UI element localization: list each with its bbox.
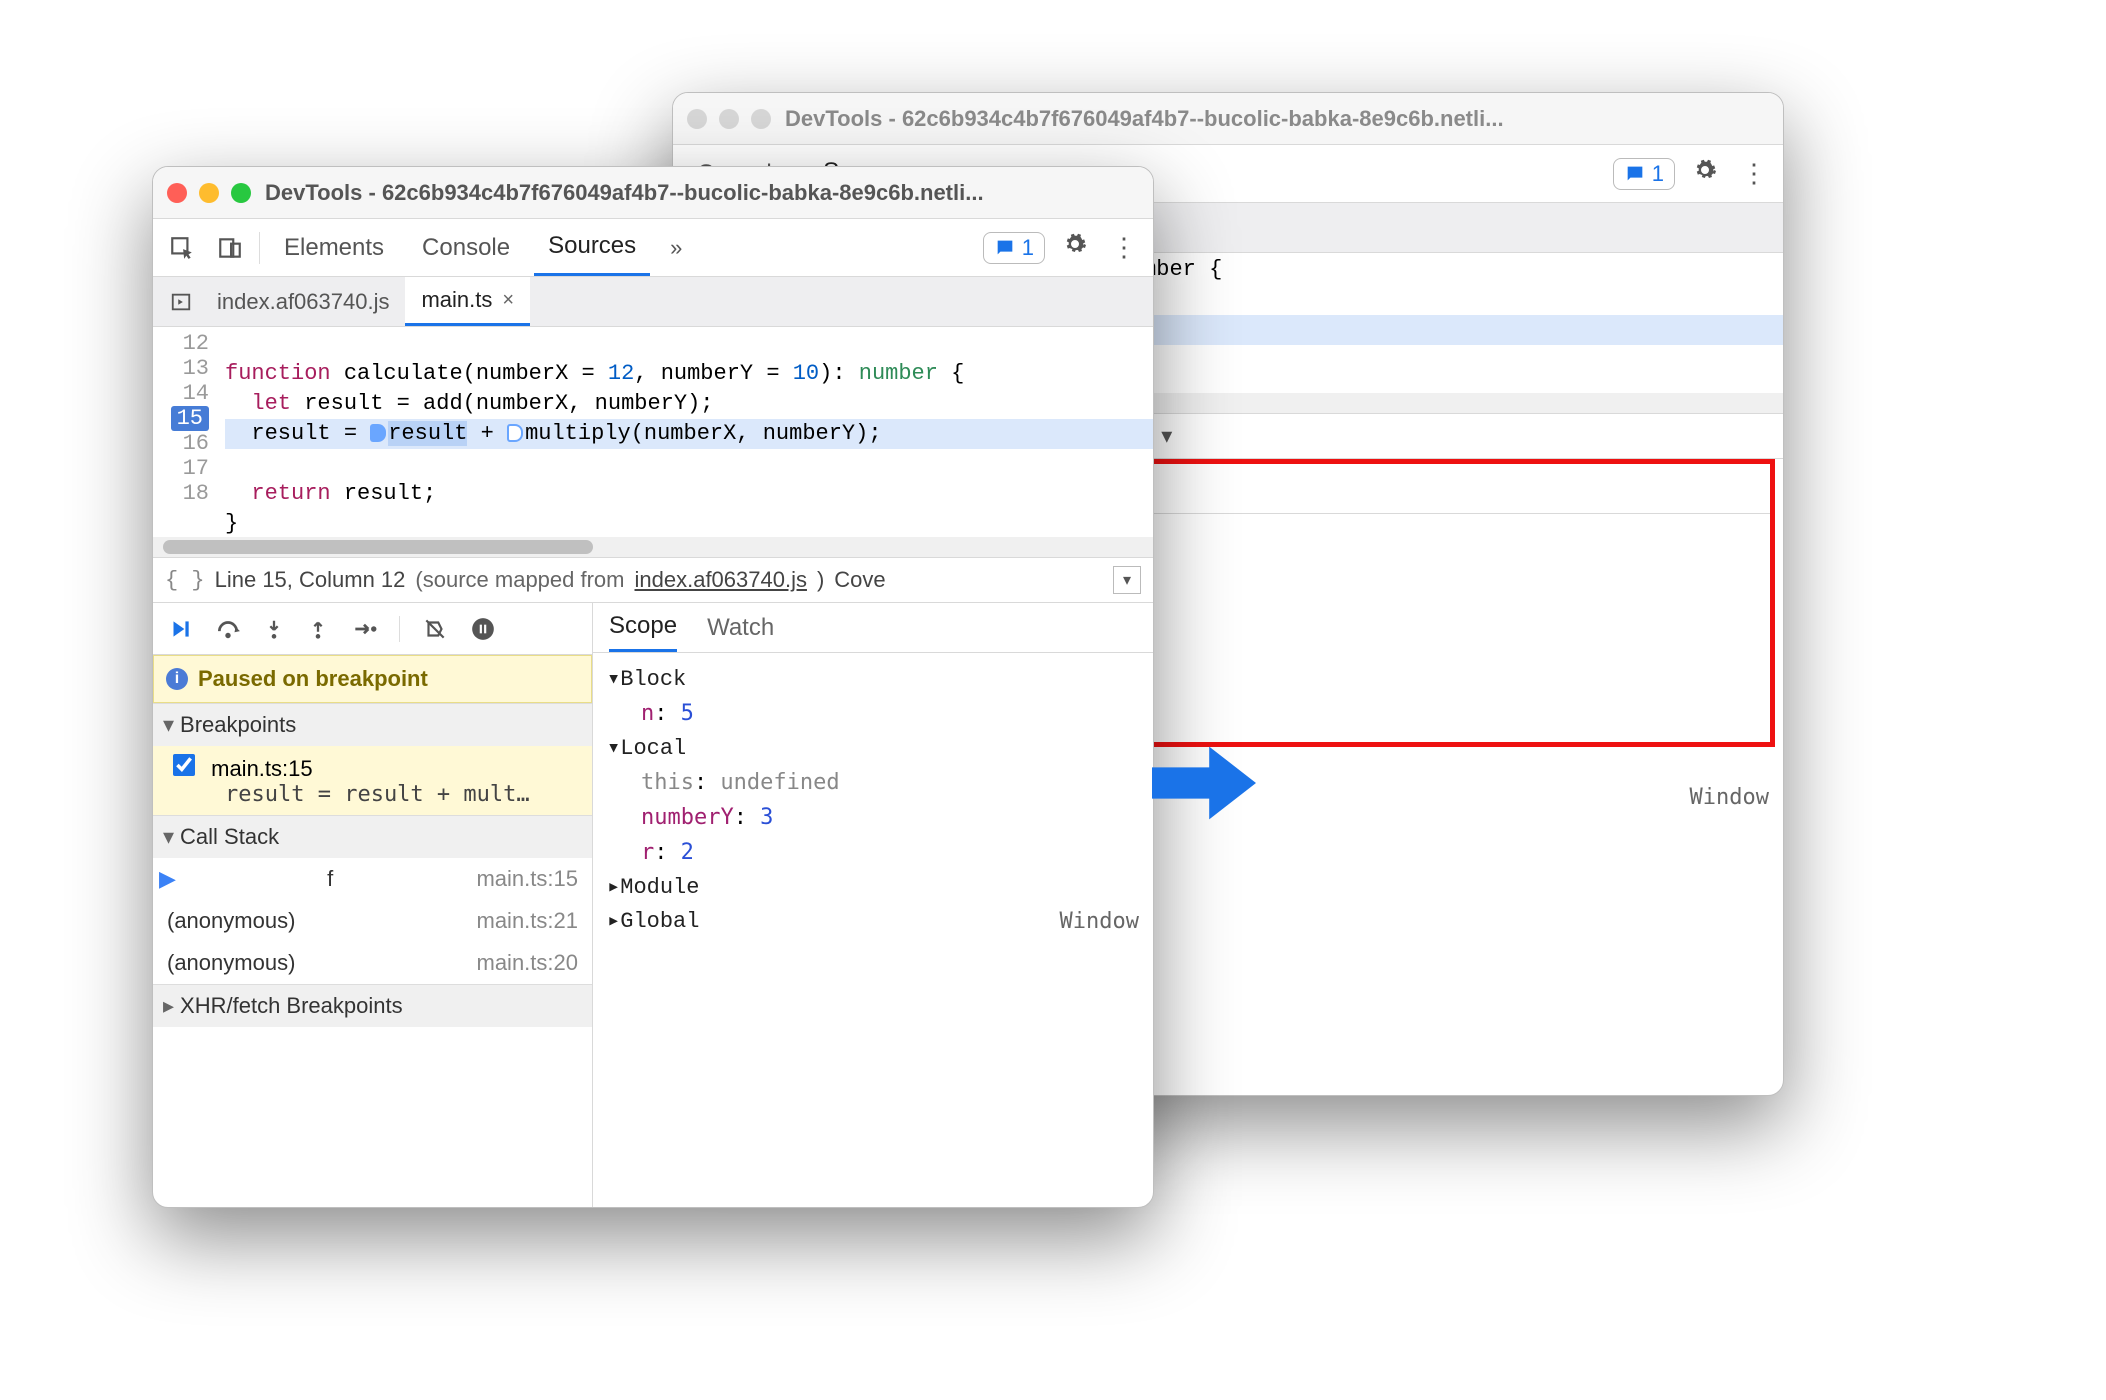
kebab-menu[interactable]: ⋮ xyxy=(1735,158,1773,189)
xhr-breakpoints-section[interactable]: XHR/fetch Breakpoints xyxy=(153,984,592,1027)
annotation-arrow xyxy=(1152,740,1256,826)
code-editor-front[interactable]: 12 13 14 15 16 17 18 function calculate(… xyxy=(153,327,1153,537)
coverage-dropdown[interactable]: ▾ xyxy=(1113,566,1141,594)
step-out-icon[interactable] xyxy=(307,616,329,642)
stack-frame[interactable]: fmain.ts:15 xyxy=(153,858,592,900)
file-tab-main[interactable]: main.ts× xyxy=(405,277,530,326)
resume-icon[interactable] xyxy=(167,616,193,642)
scope-global[interactable]: ▸GlobalWindow xyxy=(607,905,1139,939)
watch-tab[interactable]: Watch xyxy=(707,603,774,652)
step-into-icon[interactable] xyxy=(263,616,285,642)
device-toolbar-icon[interactable] xyxy=(211,229,249,267)
coverage-dropdown[interactable]: ▾ xyxy=(1161,423,1172,449)
tab-sources[interactable]: Sources xyxy=(534,219,650,276)
titlebar-front[interactable]: DevTools - 62c6b934c4b7f676049af4b7--buc… xyxy=(153,167,1153,219)
debugger-toolbar xyxy=(153,603,592,655)
stack-frame[interactable]: (anonymous)main.ts:21 xyxy=(153,900,592,942)
tabs-overflow[interactable]: » xyxy=(660,235,692,261)
kebab-menu[interactable]: ⋮ xyxy=(1105,232,1143,263)
notification-pill[interactable]: 1 xyxy=(983,232,1045,264)
scope-block[interactable]: ▾Block xyxy=(607,663,1139,697)
traffic-lights[interactable] xyxy=(687,109,771,129)
line-gutter[interactable]: 12 13 14 15 16 17 18 xyxy=(153,327,217,537)
tab-elements[interactable]: Elements xyxy=(270,219,398,276)
scope-panel-front: Scope Watch ▾Block n: 5 ▾Local this: und… xyxy=(593,603,1153,1207)
stack-frame[interactable]: (anonymous)main.ts:20 xyxy=(153,942,592,984)
step-marker-icon xyxy=(370,424,386,442)
breakpoint-line-marker[interactable]: 15 xyxy=(171,406,209,431)
tab-console[interactable]: Console xyxy=(408,219,524,276)
close-icon[interactable]: × xyxy=(502,289,514,312)
cursor-position: Line 15, Column 12 xyxy=(215,567,406,593)
titlebar-back[interactable]: DevTools - 62c6b934c4b7f676049af4b7--buc… xyxy=(673,93,1783,145)
window-title: DevTools - 62c6b934c4b7f676049af4b7--buc… xyxy=(785,106,1769,132)
tabstrip-front: Elements Console Sources » 1 ⋮ xyxy=(153,219,1153,277)
step-icon[interactable] xyxy=(351,616,377,642)
message-icon xyxy=(1624,163,1646,185)
step-over-icon[interactable] xyxy=(215,616,241,642)
scope-local[interactable]: ▾Local xyxy=(607,732,1139,766)
breakpoints-section[interactable]: Breakpoints xyxy=(153,703,592,746)
scope-module[interactable]: ▸Module xyxy=(607,871,1139,905)
inspect-icon[interactable] xyxy=(163,229,201,267)
navigator-toggle-icon[interactable] xyxy=(161,277,201,326)
settings-icon[interactable] xyxy=(1685,158,1725,189)
filebar-front: index.af063740.js main.ts× xyxy=(153,277,1153,327)
message-icon xyxy=(994,237,1016,259)
notification-pill[interactable]: 1 xyxy=(1613,158,1675,190)
paused-banner: i Paused on breakpoint xyxy=(153,655,592,703)
traffic-lights[interactable] xyxy=(167,183,251,203)
breakpoint-item[interactable]: main.ts:15 result = result + mult… xyxy=(153,746,592,815)
callstack-section[interactable]: Call Stack xyxy=(153,815,592,858)
deactivate-breakpoints-icon[interactable] xyxy=(422,616,448,642)
horizontal-scrollbar[interactable] xyxy=(153,537,1153,557)
settings-icon[interactable] xyxy=(1055,232,1095,263)
breakpoint-checkbox[interactable] xyxy=(173,754,195,776)
file-tab-index[interactable]: index.af063740.js xyxy=(201,277,405,326)
info-icon: i xyxy=(166,668,188,690)
window-title: DevTools - 62c6b934c4b7f676049af4b7--buc… xyxy=(265,180,1139,206)
status-bar-front: { } Line 15, Column 12 (source mapped fr… xyxy=(153,557,1153,603)
debugger-left-panel: i Paused on breakpoint Breakpoints main.… xyxy=(153,603,593,1207)
source-map-link[interactable]: index.af063740.js xyxy=(635,567,807,593)
scope-tab[interactable]: Scope xyxy=(609,603,677,652)
step-marker-outline-icon xyxy=(507,424,523,442)
devtools-window-front: DevTools - 62c6b934c4b7f676049af4b7--buc… xyxy=(152,166,1154,1208)
pretty-print-icon[interactable]: { } xyxy=(165,568,205,593)
pause-exceptions-icon[interactable] xyxy=(470,616,496,642)
